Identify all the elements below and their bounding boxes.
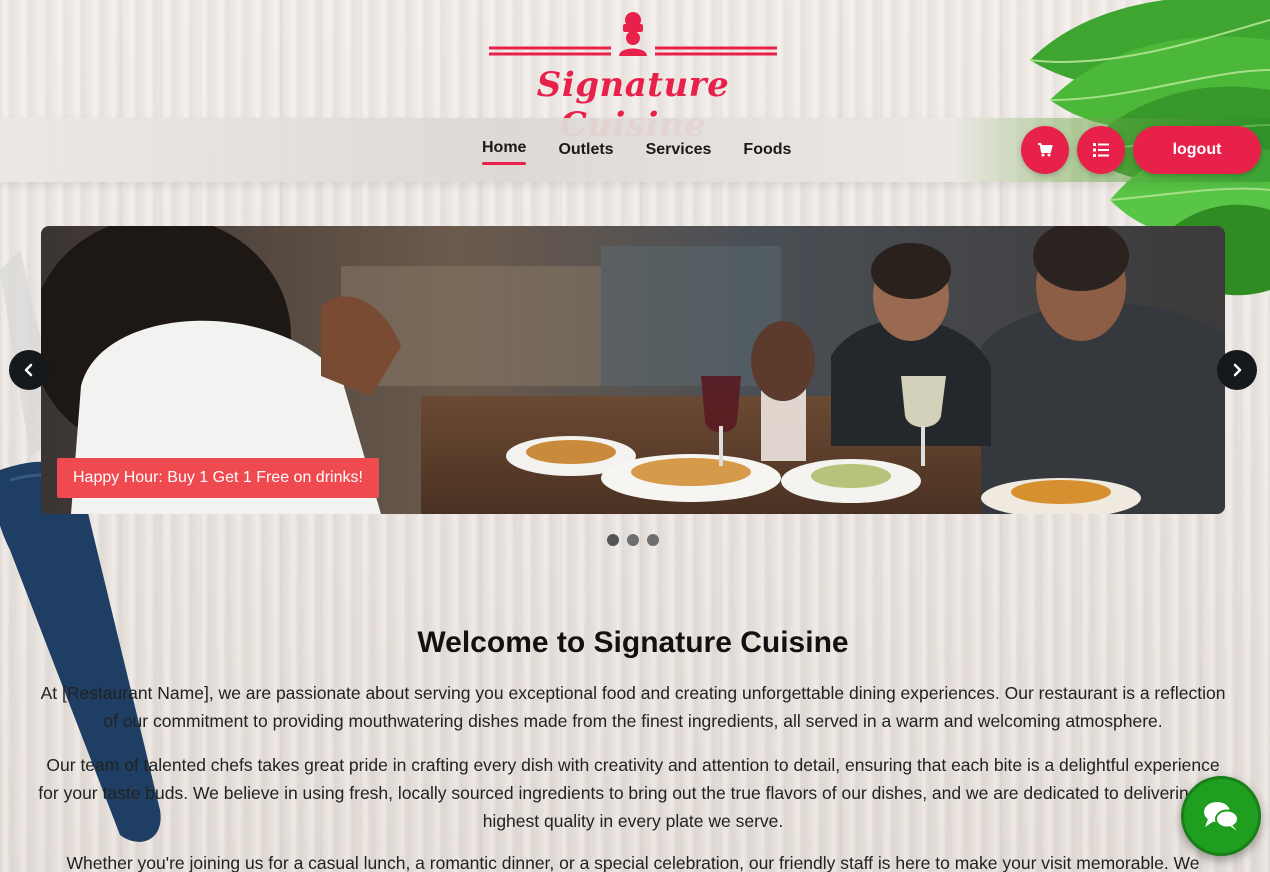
chat-icon	[1204, 802, 1239, 831]
chevron-right-icon	[1233, 363, 1242, 377]
carousel-indicator-1[interactable]	[607, 534, 619, 546]
welcome-title: Welcome to Signature Cuisine	[417, 626, 849, 659]
list-icon	[1093, 143, 1109, 157]
cart-button[interactable]	[1021, 126, 1069, 174]
promo-banner[interactable]: Happy Hour: Buy 1 Get 1 Free on drinks!	[57, 458, 379, 498]
carousel-indicators	[607, 534, 659, 546]
nav-links: Home Outlets Services Foods	[482, 118, 791, 182]
intro-paragraph: At [Restaurant Name], we are passionate …	[40, 683, 1226, 731]
carousel-indicator-3[interactable]	[647, 534, 659, 546]
hero-carousel: Happy Hour: Buy 1 Get 1 Free on drinks!	[41, 226, 1225, 514]
chefs-paragraph: Our team of talented chefs takes great p…	[38, 755, 1228, 831]
chef-icon	[489, 12, 777, 56]
nav-services[interactable]: Services	[646, 139, 712, 161]
list-button[interactable]	[1077, 126, 1125, 174]
nav-foods[interactable]: Foods	[743, 139, 791, 161]
visit-paragraph: Whether you're joining us for a casual l…	[66, 853, 1200, 872]
chat-button[interactable]	[1181, 776, 1261, 856]
chevron-left-icon	[24, 363, 33, 377]
nav-outlets[interactable]: Outlets	[558, 139, 613, 161]
logout-button[interactable]: logout	[1133, 126, 1261, 174]
carousel-next-button[interactable]	[1217, 350, 1257, 390]
cart-icon	[1038, 143, 1053, 157]
brand-logo[interactable]: Signature Cuisine	[487, 10, 779, 145]
carousel-indicator-2[interactable]	[627, 534, 639, 546]
carousel-prev-button[interactable]	[9, 350, 49, 390]
nav-home[interactable]: Home	[482, 137, 527, 165]
